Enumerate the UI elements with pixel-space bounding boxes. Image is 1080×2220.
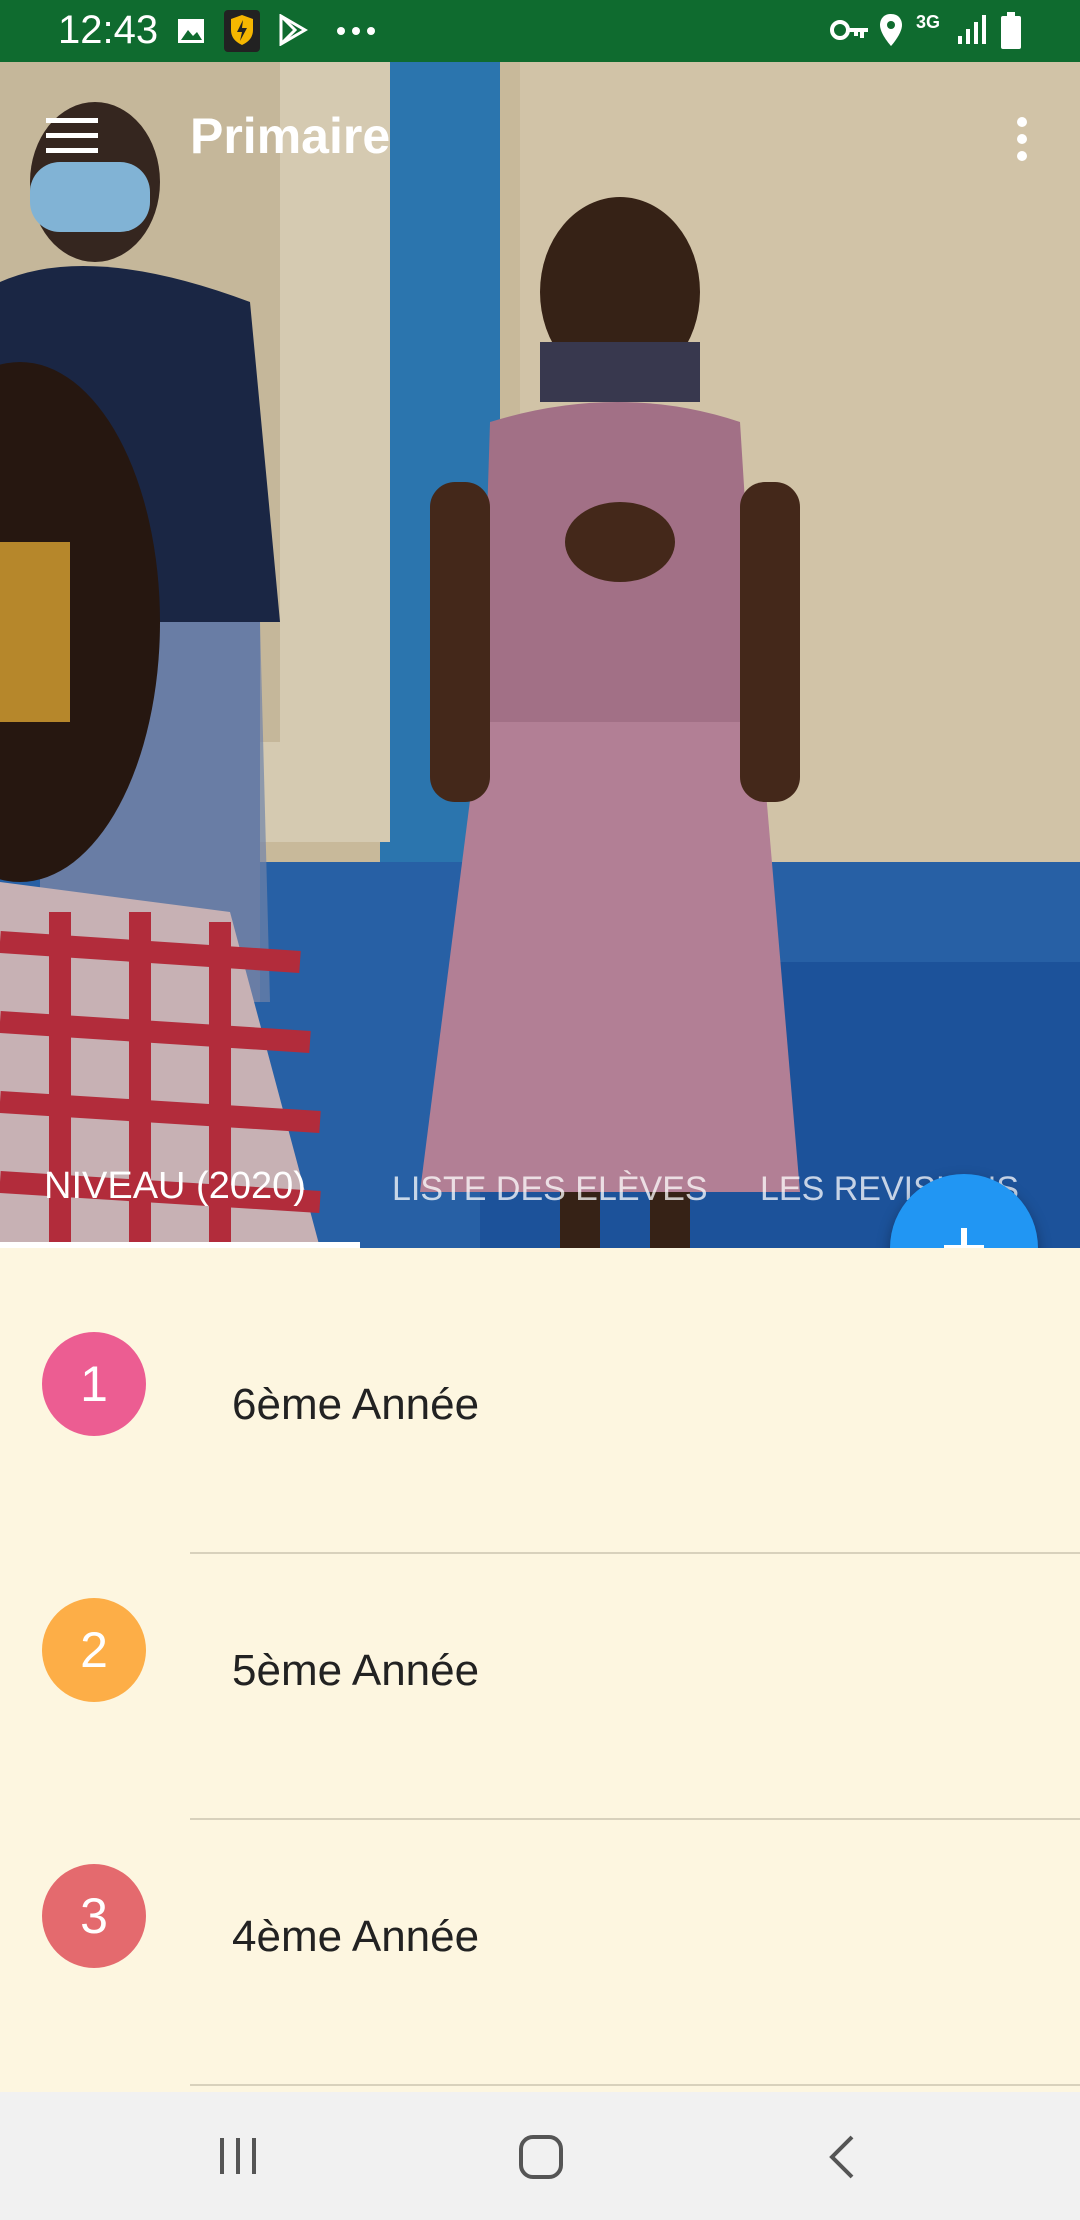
back-icon[interactable]	[826, 2134, 858, 2180]
network-type: 3G	[916, 12, 941, 32]
level-number-badge: 3	[42, 1864, 146, 1968]
home-icon[interactable]	[518, 2134, 564, 2180]
system-navigation-bar	[0, 2092, 1080, 2220]
list-divider	[190, 2084, 1080, 2086]
status-bar: 12:43 3G	[0, 0, 1080, 62]
hamburger-menu-icon[interactable]	[46, 116, 98, 156]
level-number-badge: 1	[42, 1332, 146, 1436]
level-label: 4ème Année	[232, 1912, 480, 1961]
list-item[interactable]: 1 6ème Année	[0, 1248, 1080, 1514]
play-store-icon	[279, 14, 308, 46]
location-icon	[880, 14, 902, 46]
header-background-image	[0, 62, 1080, 1248]
tab-niveau[interactable]: NIVEAU (2020)	[44, 1165, 306, 1208]
level-label: 5ème Année	[232, 1646, 480, 1695]
battery-icon	[1001, 12, 1021, 49]
signal-icon	[958, 15, 986, 44]
recent-apps-icon[interactable]	[216, 2136, 260, 2176]
app-toolbar: Primaire	[0, 62, 1080, 212]
list-item[interactable]: 2 5ème Année	[0, 1514, 1080, 1780]
page-title: Primaire	[190, 108, 391, 164]
vpn-key-icon	[830, 20, 868, 40]
tab-liste-des-eleves[interactable]: LISTE DES ELÈVES	[392, 1170, 708, 1209]
level-number-badge: 2	[42, 1598, 146, 1702]
level-label: 6ème Année	[232, 1380, 480, 1429]
status-time: 12:43	[58, 8, 159, 52]
more-dots-icon	[337, 27, 375, 35]
vpn-shield-icon	[224, 10, 260, 52]
image-icon	[178, 19, 204, 43]
header-photo	[0, 62, 1080, 1248]
overflow-menu-icon[interactable]	[1010, 114, 1034, 164]
list-item[interactable]: 3 4ème Année	[0, 1780, 1080, 2046]
level-list: 1 6ème Année 2 5ème Année 3 4ème Année	[0, 1248, 1080, 2092]
